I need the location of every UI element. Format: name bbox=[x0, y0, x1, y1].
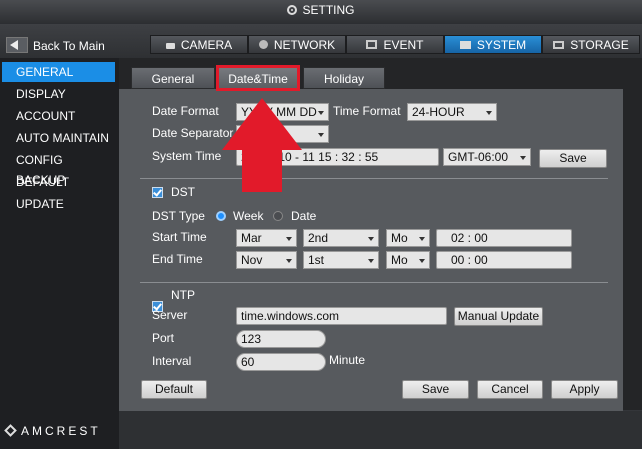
camera-icon bbox=[165, 43, 175, 49]
amcrest-logo-icon bbox=[4, 424, 17, 437]
system-time-save-button[interactable]: Save bbox=[539, 149, 607, 168]
end-time-input[interactable]: 00 : 00 bbox=[436, 251, 572, 269]
time-format-value: 24-HOUR bbox=[412, 105, 465, 119]
ntp-server-input[interactable]: time.windows.com bbox=[236, 307, 447, 325]
manual-update-button[interactable]: Manual Update bbox=[454, 307, 543, 326]
tab-event[interactable]: EVENT bbox=[346, 35, 444, 54]
monitor-icon bbox=[459, 41, 471, 49]
divider bbox=[140, 178, 608, 179]
back-to-main-button[interactable]: Back To Main bbox=[6, 37, 105, 55]
server-label: Server bbox=[152, 308, 188, 322]
start-day-value: Mo bbox=[391, 231, 408, 245]
end-month-value: Nov bbox=[241, 253, 263, 267]
end-time-label: End Time bbox=[152, 252, 203, 266]
end-week-select[interactable]: 1st bbox=[303, 251, 379, 269]
chevron-down-icon bbox=[419, 237, 425, 241]
red-arrow-icon bbox=[222, 98, 302, 150]
start-month-value: Mar bbox=[241, 231, 262, 245]
globe-icon bbox=[258, 40, 268, 49]
timezone-value: GMT-06:00 bbox=[448, 150, 509, 164]
chevron-down-icon bbox=[520, 156, 526, 160]
ntp-label: NTP bbox=[171, 288, 195, 302]
ntp-port-input[interactable]: 123 bbox=[236, 330, 326, 348]
default-button[interactable]: Default bbox=[141, 380, 207, 399]
tab-network[interactable]: NETWORK bbox=[248, 35, 346, 54]
tab-event-label: EVENT bbox=[383, 38, 424, 52]
dst-type-label: DST Type bbox=[152, 209, 205, 223]
end-day-select[interactable]: Mo bbox=[386, 251, 430, 269]
red-arrow-shaft bbox=[242, 148, 282, 192]
interval-unit: Minute bbox=[329, 353, 366, 367]
dst-checkbox[interactable] bbox=[152, 187, 163, 198]
start-day-select[interactable]: Mo bbox=[386, 229, 430, 247]
subtab-holiday[interactable]: Holiday bbox=[303, 67, 385, 89]
tab-camera[interactable]: CAMERA bbox=[150, 35, 248, 54]
end-month-select[interactable]: Nov bbox=[236, 251, 297, 269]
chevron-down-icon bbox=[368, 259, 374, 263]
save-button[interactable]: Save bbox=[402, 380, 469, 399]
chevron-down-icon bbox=[419, 259, 425, 263]
cancel-button[interactable]: Cancel bbox=[477, 380, 543, 399]
dst-type-week-radio[interactable] bbox=[216, 211, 226, 221]
panel-footer bbox=[119, 411, 642, 449]
window-title: SETTING bbox=[0, 3, 642, 17]
tab-network-label: NETWORK bbox=[273, 38, 336, 52]
event-icon bbox=[366, 40, 378, 49]
date-format-label: Date Format bbox=[152, 104, 219, 118]
window-title-text: SETTING bbox=[302, 3, 355, 17]
ntp-interval-input[interactable]: 60 bbox=[236, 353, 326, 371]
chevron-down-icon bbox=[286, 237, 292, 241]
brand-text: AMCREST bbox=[21, 424, 101, 438]
tab-storage[interactable]: STORAGE bbox=[542, 35, 640, 54]
start-week-value: 2nd bbox=[308, 231, 329, 245]
chevron-down-icon bbox=[368, 237, 374, 241]
time-format-select[interactable]: 24-HOUR bbox=[407, 103, 497, 121]
sidebar-item-default[interactable]: DEFAULT bbox=[2, 172, 115, 192]
chevron-down-icon bbox=[286, 259, 292, 263]
dst-type-date-label: Date bbox=[291, 209, 317, 223]
dst-type-date-radio[interactable] bbox=[273, 211, 283, 221]
brand-logo: AMCREST bbox=[4, 424, 101, 438]
start-time-input[interactable]: 02 : 00 bbox=[436, 229, 572, 247]
tab-system[interactable]: SYSTEM bbox=[444, 35, 542, 54]
chevron-down-icon bbox=[486, 111, 492, 115]
start-month-select[interactable]: Mar bbox=[236, 229, 297, 247]
port-label: Port bbox=[152, 331, 175, 345]
back-arrow-icon bbox=[6, 37, 28, 53]
gear-icon bbox=[287, 5, 298, 15]
start-week-select[interactable]: 2nd bbox=[303, 229, 379, 247]
back-label: Back To Main bbox=[33, 39, 105, 53]
interval-label: Interval bbox=[152, 354, 192, 368]
sidebar-item-general[interactable]: GENERAL bbox=[2, 62, 115, 82]
chevron-down-icon bbox=[318, 111, 324, 115]
end-day-value: Mo bbox=[391, 253, 408, 267]
apply-button[interactable]: Apply bbox=[551, 380, 618, 399]
timezone-select[interactable]: GMT-06:00 bbox=[443, 148, 531, 166]
tab-storage-label: STORAGE bbox=[570, 38, 629, 52]
sidebar-item-config-backup[interactable]: CONFIG BACKUP bbox=[2, 150, 115, 187]
sidebar-item-display[interactable]: DISPLAY bbox=[2, 84, 115, 104]
tab-system-label: SYSTEM bbox=[476, 38, 527, 52]
end-week-value: 1st bbox=[308, 253, 325, 267]
chevron-down-icon bbox=[318, 133, 324, 137]
sidebar-item-auto-maintain[interactable]: AUTO MAINTAIN bbox=[2, 128, 115, 148]
system-time-label: System Time bbox=[152, 149, 222, 163]
time-format-label: Time Format bbox=[333, 104, 401, 118]
tab-camera-label: CAMERA bbox=[180, 38, 233, 52]
start-time-label: Start Time bbox=[152, 230, 207, 244]
dst-type-week-label: Week bbox=[233, 209, 264, 223]
sidebar-item-update[interactable]: UPDATE bbox=[2, 194, 115, 214]
sidebar-item-account[interactable]: ACCOUNT bbox=[2, 106, 115, 126]
subtab-general[interactable]: General bbox=[131, 67, 215, 89]
divider bbox=[140, 282, 608, 283]
dst-label: DST bbox=[171, 185, 195, 199]
tab-highlight-box bbox=[216, 65, 300, 91]
storage-icon bbox=[553, 41, 565, 49]
